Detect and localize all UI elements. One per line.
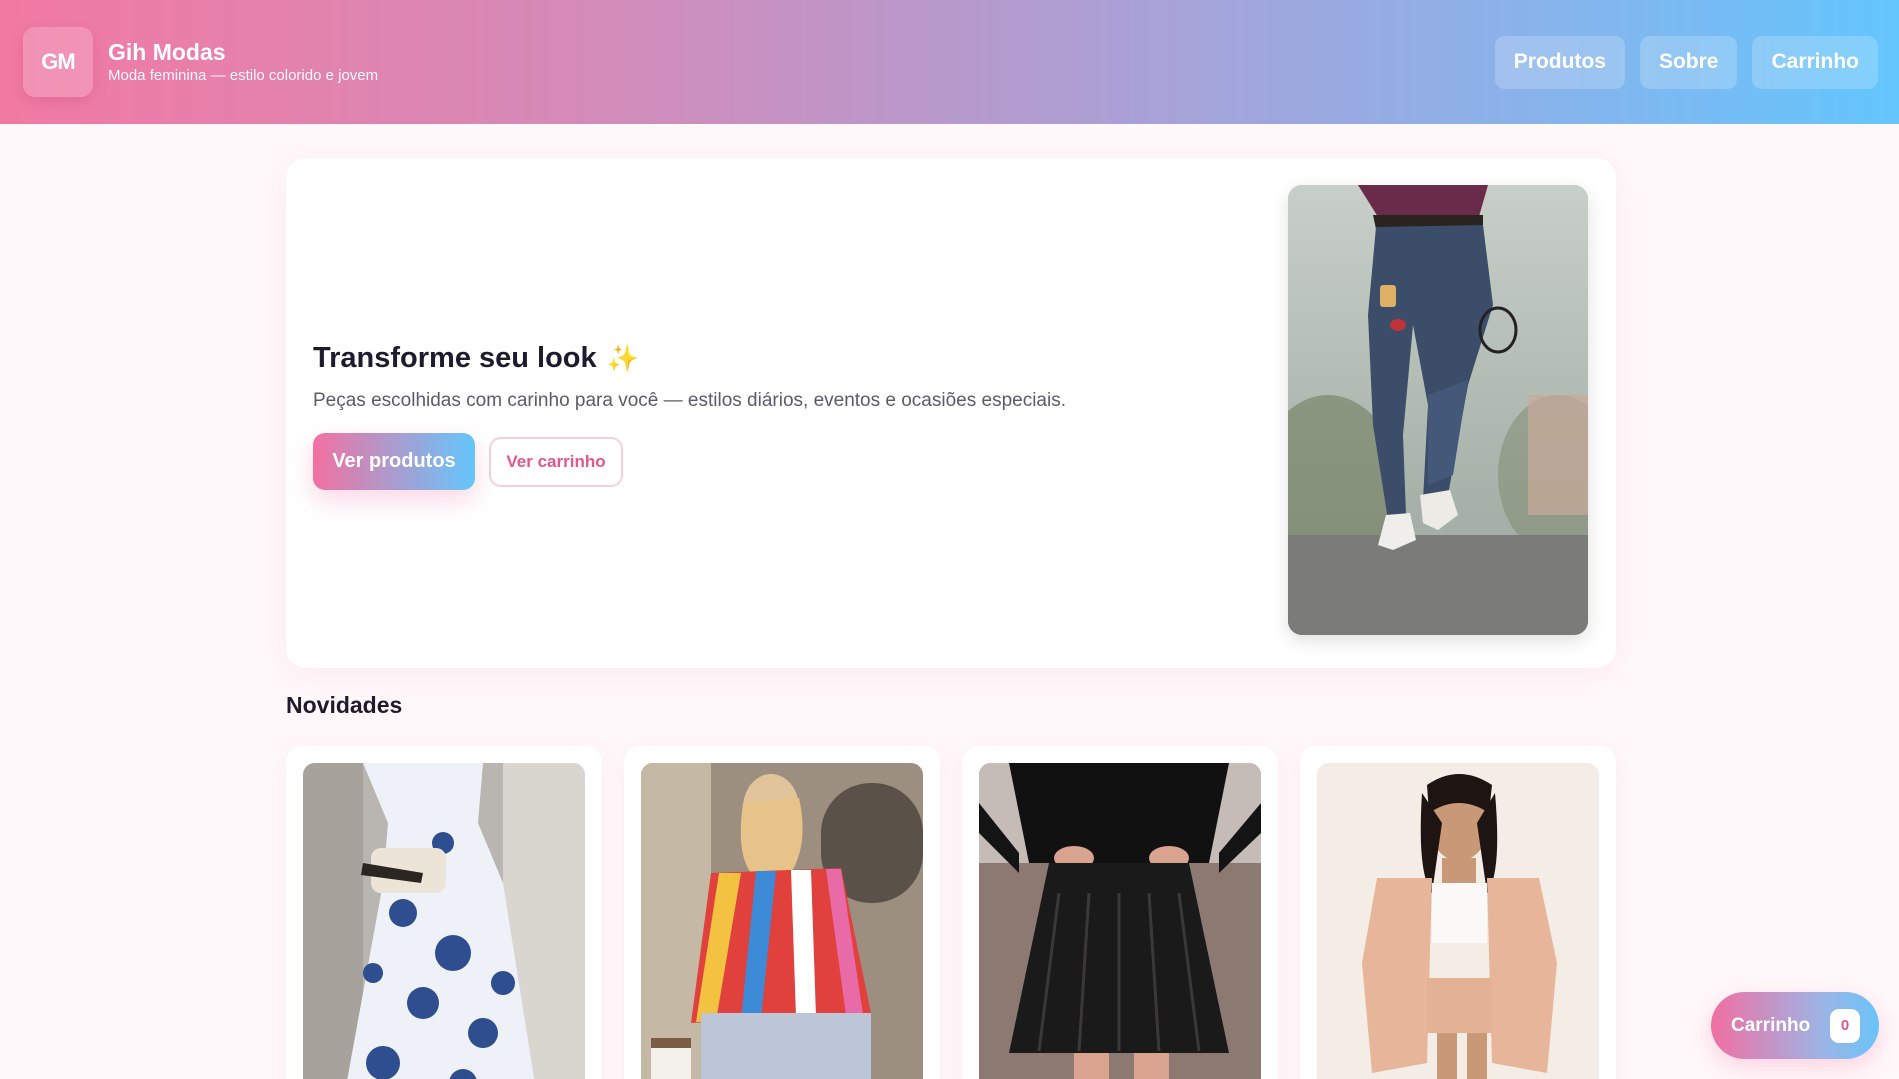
ver-produtos-button[interactable]: Ver produtos bbox=[313, 433, 475, 490]
hero-title: Transforme seu look ✨ bbox=[313, 340, 1213, 376]
product-image-floral-dress[interactable] bbox=[303, 763, 585, 1079]
product-image-striped-blouse[interactable] bbox=[641, 763, 923, 1079]
top-header: GM Gih Modas Moda feminina — estilo colo… bbox=[0, 0, 1899, 124]
brand-tagline: Moda feminina — estilo colorido e jovem bbox=[108, 67, 379, 84]
brand-text: Gih Modas Moda feminina — estilo colorid… bbox=[108, 38, 378, 86]
brand-logo[interactable]: GM bbox=[23, 27, 93, 97]
floating-cart-button[interactable]: Carrinho 0 bbox=[1711, 992, 1879, 1059]
brand-name: Gih Modas bbox=[108, 39, 226, 65]
nav-sobre-button[interactable]: Sobre bbox=[1639, 35, 1738, 89]
hero-image bbox=[1288, 185, 1588, 635]
floating-cart-label: Carrinho bbox=[1731, 1014, 1811, 1036]
hero-text: Transforme seu look ✨ Peças escolhidas c… bbox=[313, 340, 1213, 490]
product-grid bbox=[286, 746, 1616, 1079]
ver-carrinho-button[interactable]: Ver carrinho bbox=[489, 436, 623, 487]
nav-carrinho-button[interactable]: Carrinho bbox=[1752, 35, 1878, 89]
product-card[interactable] bbox=[1300, 746, 1616, 1079]
product-image-peach-set[interactable] bbox=[1317, 763, 1599, 1079]
product-card[interactable] bbox=[962, 746, 1278, 1079]
product-card[interactable] bbox=[286, 746, 602, 1079]
brand[interactable]: GM Gih Modas Moda feminina — estilo colo… bbox=[23, 27, 378, 97]
section-title-novidades: Novidades bbox=[286, 692, 403, 718]
hero-card: Transforme seu look ✨ Peças escolhidas c… bbox=[286, 158, 1616, 668]
product-card[interactable] bbox=[624, 746, 940, 1079]
cart-count-badge: 0 bbox=[1830, 1008, 1860, 1043]
nav-produtos-button[interactable]: Produtos bbox=[1494, 35, 1625, 89]
main-nav: Produtos Sobre Carrinho bbox=[1494, 35, 1878, 89]
hero-actions: Ver produtos Ver carrinho bbox=[313, 433, 1213, 490]
sparkles-icon: ✨ bbox=[606, 343, 640, 373]
hero-title-text: Transforme seu look bbox=[313, 342, 597, 374]
hero-subtitle: Peças escolhidas com carinho para você —… bbox=[313, 390, 1066, 411]
product-image-black-skirt[interactable] bbox=[979, 763, 1261, 1079]
